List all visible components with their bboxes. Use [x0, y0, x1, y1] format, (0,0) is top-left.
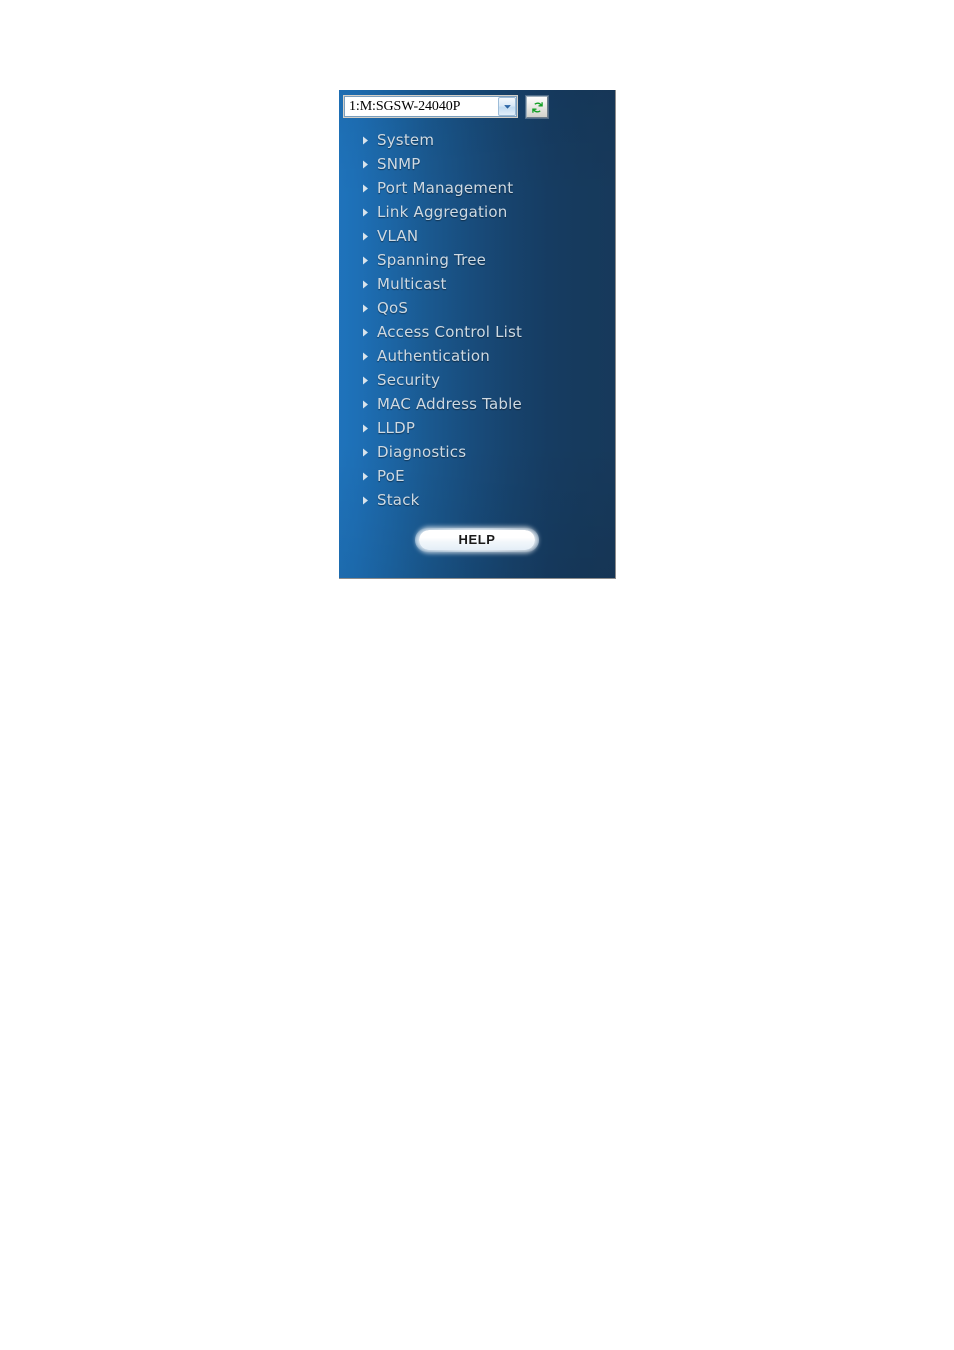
navigation-toolbar: 1:M:SGSW-24040P	[339, 90, 615, 120]
refresh-icon	[531, 101, 543, 113]
triangle-right-icon	[363, 352, 368, 360]
menu-item-label: Access Control List	[377, 322, 523, 341]
menu-item-multicast[interactable]: Multicast	[339, 272, 615, 296]
menu-item-link-aggregation[interactable]: Link Aggregation	[339, 200, 615, 224]
menu-item-stack[interactable]: Stack	[339, 488, 615, 512]
menu-item-vlan[interactable]: VLAN	[339, 224, 615, 248]
navigation-menu: System SNMP Port Management Link Aggrega…	[339, 128, 615, 512]
menu-item-qos[interactable]: QoS	[339, 296, 615, 320]
triangle-right-icon	[363, 376, 368, 384]
menu-item-label: SNMP	[377, 154, 421, 173]
menu-item-security[interactable]: Security	[339, 368, 615, 392]
menu-item-label: MAC Address Table	[377, 394, 522, 413]
triangle-right-icon	[363, 496, 368, 504]
triangle-right-icon	[363, 136, 368, 144]
triangle-right-icon	[363, 400, 368, 408]
menu-item-label: Stack	[377, 490, 420, 509]
menu-item-label: PoE	[377, 466, 405, 485]
menu-item-authentication[interactable]: Authentication	[339, 344, 615, 368]
menu-item-label: LLDP	[377, 418, 416, 437]
menu-item-label: QoS	[377, 298, 409, 317]
menu-item-access-control-list[interactable]: Access Control List	[339, 320, 615, 344]
menu-item-label: Spanning Tree	[377, 250, 487, 269]
menu-item-port-management[interactable]: Port Management	[339, 176, 615, 200]
menu-item-label: Link Aggregation	[377, 202, 508, 221]
menu-item-spanning-tree[interactable]: Spanning Tree	[339, 248, 615, 272]
menu-item-label: Diagnostics	[377, 442, 467, 461]
device-selector-dropdown[interactable]: 1:M:SGSW-24040P	[344, 96, 517, 117]
menu-item-label: VLAN	[377, 226, 419, 245]
help-button-label: HELP	[458, 532, 496, 547]
chevron-down-icon[interactable]	[498, 97, 516, 116]
menu-item-lldp[interactable]: LLDP	[339, 416, 615, 440]
help-button-glow: HELP	[415, 528, 539, 552]
device-selector-value: 1:M:SGSW-24040P	[349, 99, 461, 114]
refresh-button[interactable]	[526, 96, 548, 118]
menu-item-poe[interactable]: PoE	[339, 464, 615, 488]
triangle-right-icon	[363, 256, 368, 264]
menu-item-label: System	[377, 130, 435, 149]
menu-item-diagnostics[interactable]: Diagnostics	[339, 440, 615, 464]
menu-item-system[interactable]: System	[339, 128, 615, 152]
triangle-right-icon	[363, 448, 368, 456]
switch-navigation-panel: 1:M:SGSW-24040P System SNMP Port Managem…	[339, 90, 616, 579]
menu-item-label: Authentication	[377, 346, 490, 365]
help-button[interactable]: HELP	[419, 530, 535, 550]
menu-item-label: Multicast	[377, 274, 447, 293]
menu-item-mac-address-table[interactable]: MAC Address Table	[339, 392, 615, 416]
help-button-container: HELP	[339, 528, 615, 552]
triangle-right-icon	[363, 280, 368, 288]
triangle-right-icon	[363, 160, 368, 168]
menu-item-snmp[interactable]: SNMP	[339, 152, 615, 176]
triangle-right-icon	[363, 424, 368, 432]
triangle-right-icon	[363, 184, 368, 192]
triangle-right-icon	[363, 208, 368, 216]
triangle-right-icon	[363, 328, 368, 336]
menu-item-label: Port Management	[377, 178, 514, 197]
triangle-right-icon	[363, 304, 368, 312]
triangle-right-icon	[363, 232, 368, 240]
menu-item-label: Security	[377, 370, 441, 389]
triangle-right-icon	[363, 472, 368, 480]
